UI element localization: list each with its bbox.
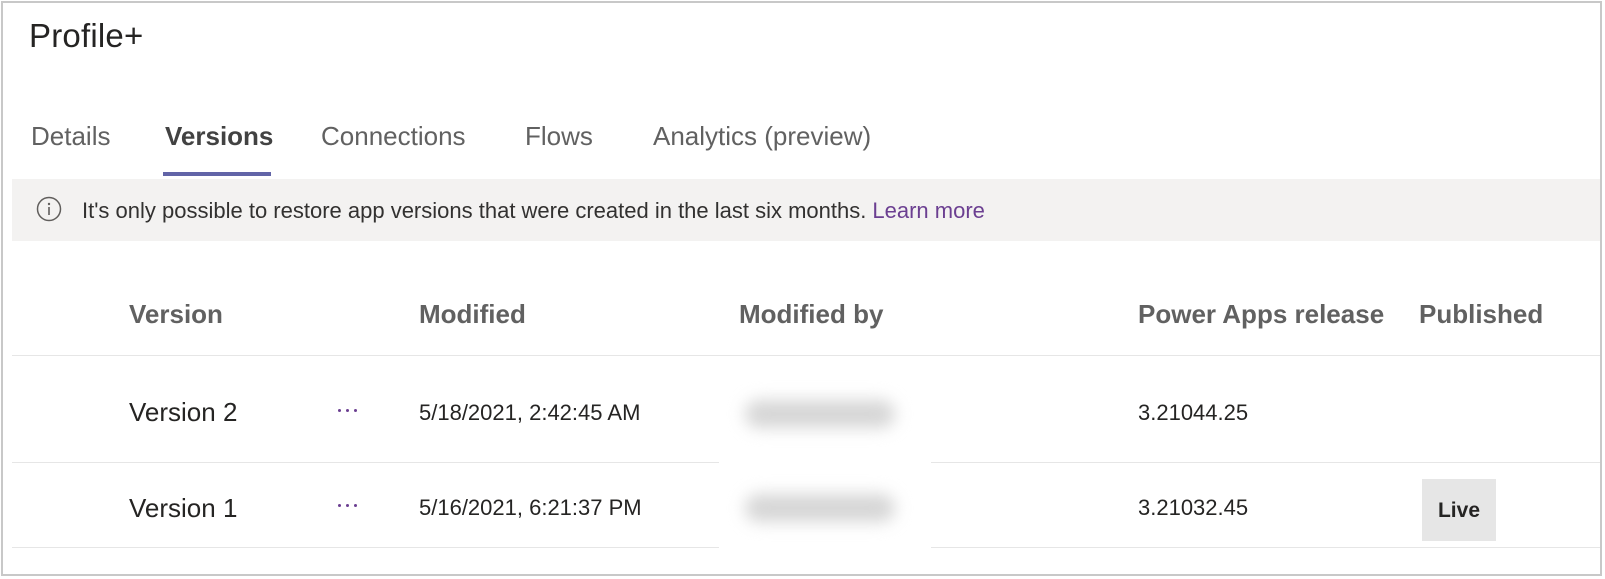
app-window: Profile+ Details Versions Connections Fl… bbox=[1, 1, 1602, 576]
column-header-power-apps-release[interactable]: Power Apps release bbox=[1138, 299, 1384, 330]
banner-message-row: It's only possible to restore app versio… bbox=[82, 198, 985, 224]
power-apps-release: 3.21032.45 bbox=[1138, 495, 1249, 520]
info-banner: It's only possible to restore app versio… bbox=[12, 179, 1600, 241]
banner-message: It's only possible to restore app versio… bbox=[82, 198, 867, 223]
column-header-published[interactable]: Published bbox=[1419, 299, 1543, 330]
header-divider bbox=[12, 355, 1600, 356]
info-icon bbox=[36, 196, 62, 222]
modified-date: 5/16/2021, 6:21:37 PM bbox=[419, 495, 642, 520]
version-name: Version 2 bbox=[129, 397, 238, 427]
tab-analytics[interactable]: Analytics (preview) bbox=[653, 121, 871, 152]
redacted-modified-by bbox=[719, 383, 931, 553]
tab-versions[interactable]: Versions bbox=[165, 121, 273, 152]
learn-more-link[interactable]: Learn more bbox=[872, 198, 985, 223]
modified-date: 5/18/2021, 2:42:45 AM bbox=[419, 400, 641, 425]
live-badge: Live bbox=[1422, 479, 1496, 541]
redacted-user-name bbox=[745, 494, 895, 522]
redacted-user-name bbox=[745, 400, 895, 428]
tab-details[interactable]: Details bbox=[31, 121, 110, 152]
tab-connections[interactable]: Connections bbox=[321, 121, 466, 152]
power-apps-release: 3.21044.25 bbox=[1138, 400, 1249, 425]
column-header-modified[interactable]: Modified bbox=[419, 299, 526, 330]
more-icon[interactable] bbox=[333, 401, 373, 421]
more-icon[interactable] bbox=[333, 496, 373, 516]
version-name: Version 1 bbox=[129, 493, 238, 523]
column-header-modified-by[interactable]: Modified by bbox=[739, 299, 883, 330]
column-header-version[interactable]: Version bbox=[129, 299, 223, 330]
tab-flows[interactable]: Flows bbox=[525, 121, 593, 152]
tab-bar: Details Versions Connections Flows Analy… bbox=[3, 111, 1600, 181]
active-tab-indicator bbox=[163, 172, 271, 176]
page-title: Profile+ bbox=[29, 17, 144, 54]
